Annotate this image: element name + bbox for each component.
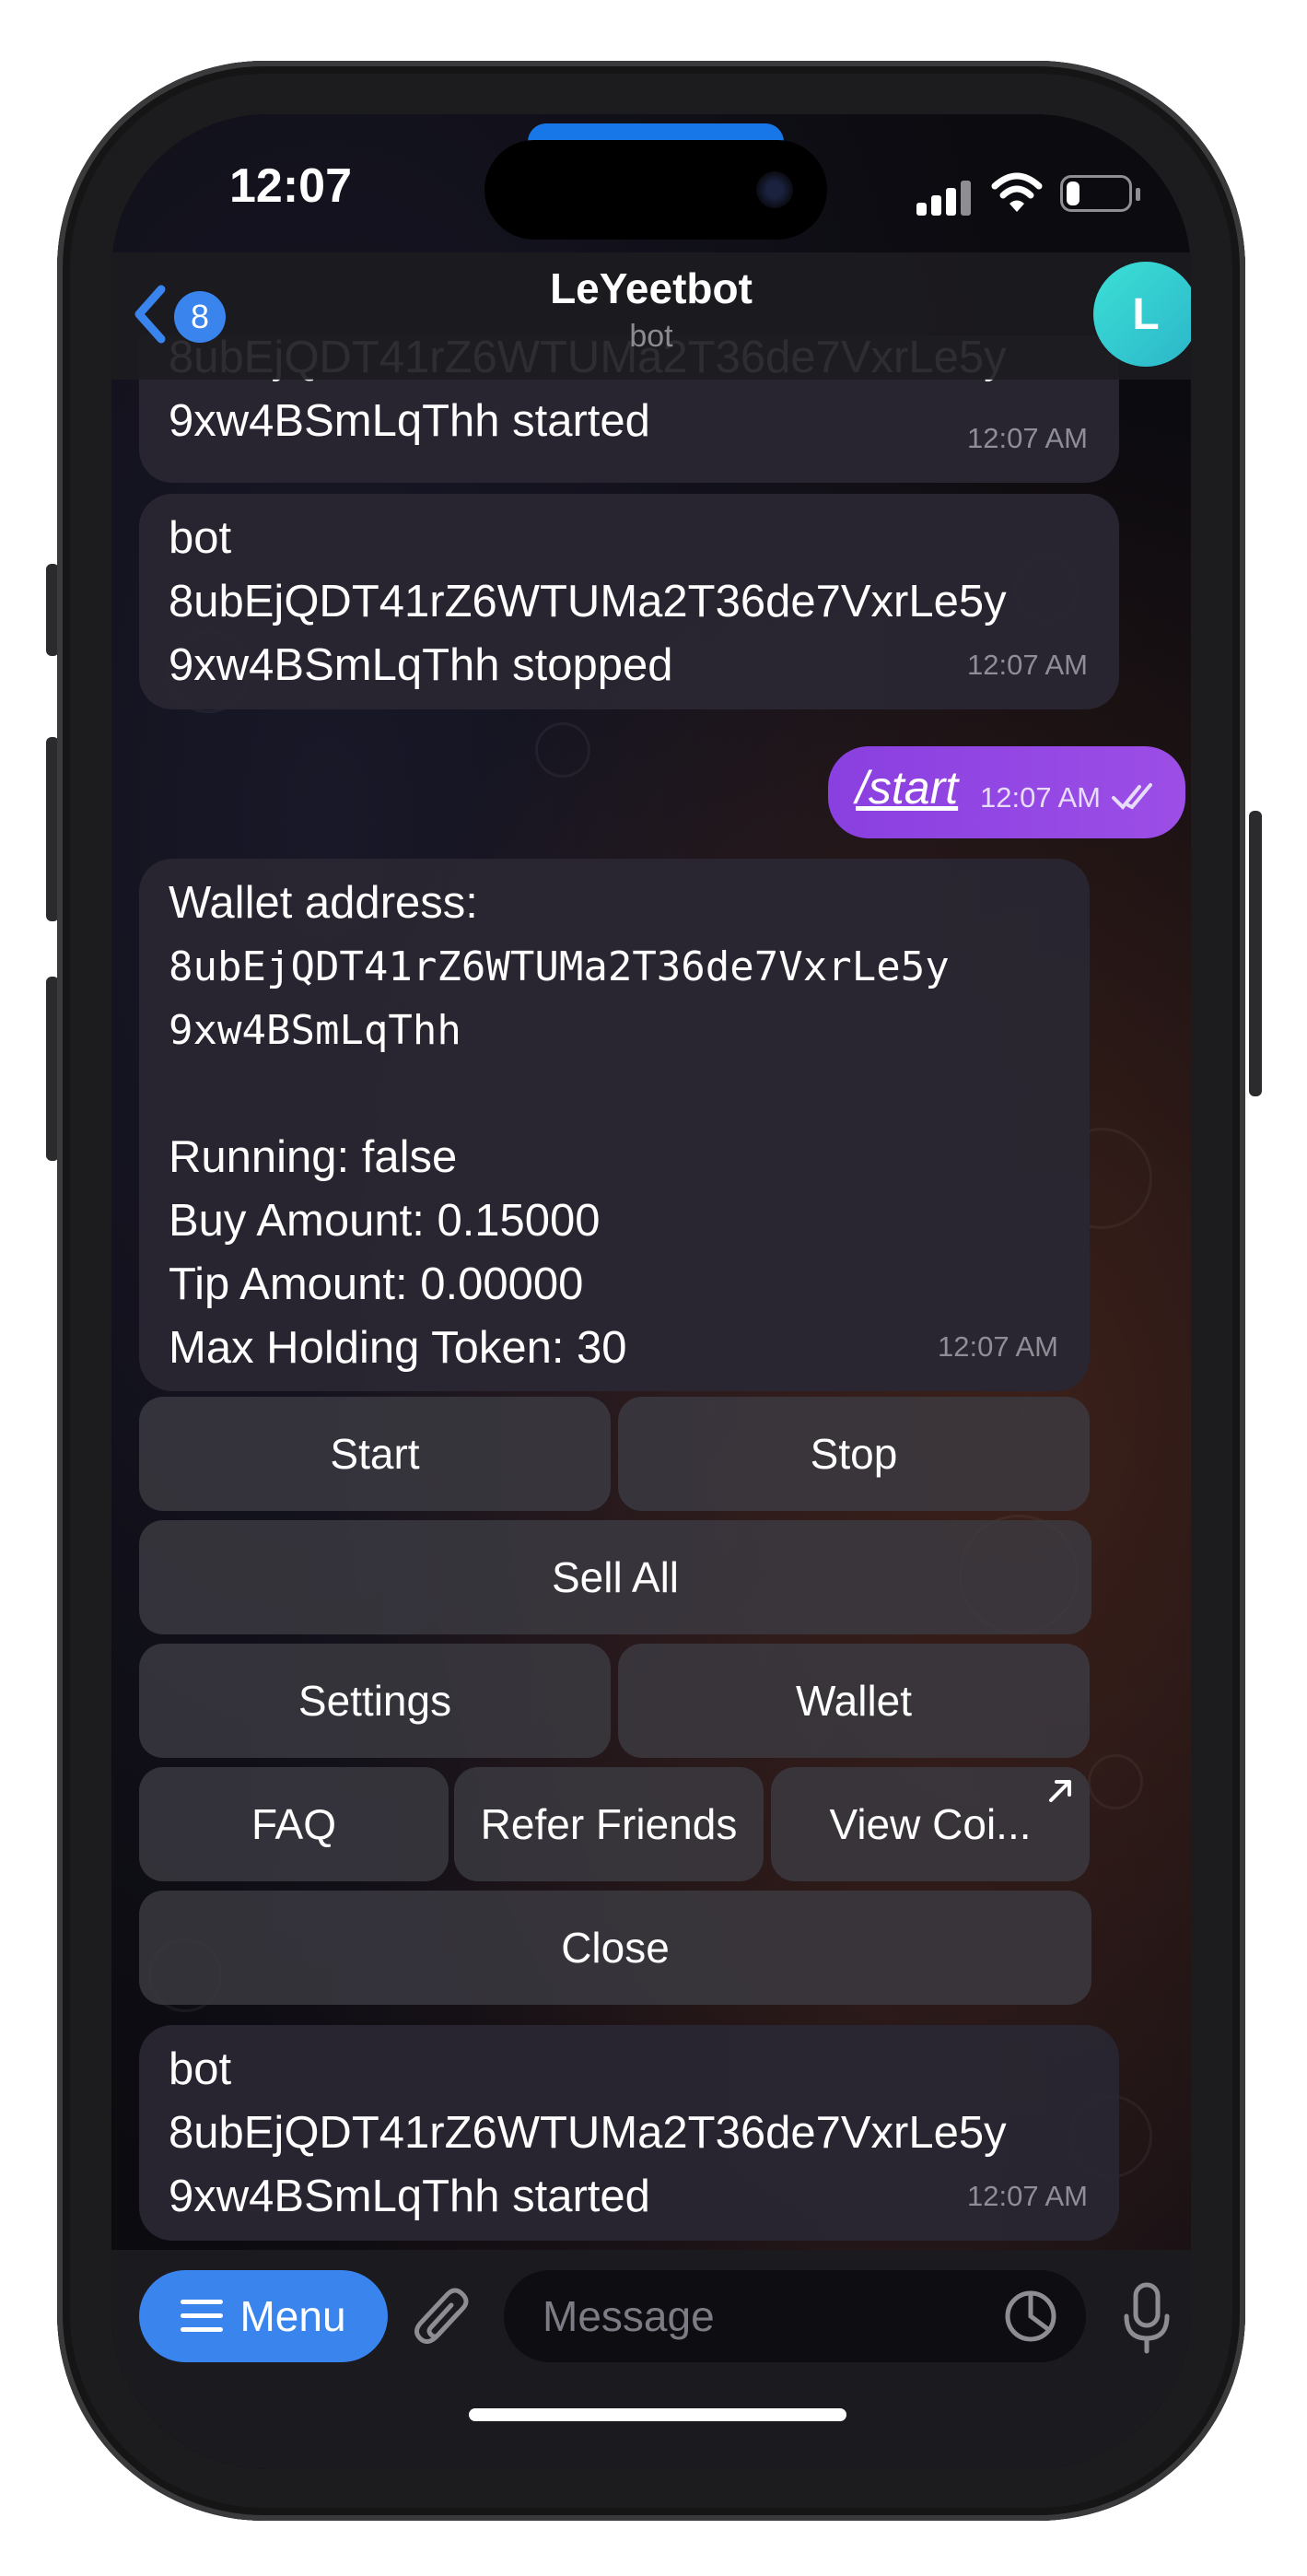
wifi-icon bbox=[991, 172, 1043, 212]
menu-button[interactable]: Menu bbox=[139, 2270, 388, 2362]
message-input[interactable]: Message bbox=[504, 2270, 1086, 2362]
chat-subtitle: bot bbox=[629, 319, 673, 354]
chat-header: 8 LeYeetbot bot L bbox=[111, 252, 1191, 380]
max-holding-token: Max Holding Token: 30 bbox=[169, 1323, 627, 1373]
wallet-address-line[interactable]: 8ubEjQDT41rZ6WTUMa2T36de7VxrLe5y bbox=[169, 935, 1060, 999]
message-line: 8ubEjQDT41rZ6WTUMa2T36de7VxrLe5y bbox=[169, 577, 1007, 626]
buy-amount: Buy Amount: 0.15000 bbox=[169, 1196, 601, 1246]
message-time: 12:07 AM bbox=[967, 649, 1088, 681]
status-time: 12:07 bbox=[229, 159, 352, 213]
message-time: 12:07 AM bbox=[967, 422, 1088, 454]
message-time: 12:07 AM bbox=[967, 2180, 1088, 2212]
battery-cap bbox=[1136, 188, 1140, 201]
battery-icon bbox=[1060, 175, 1132, 212]
sell-all-button[interactable]: Sell All bbox=[139, 1520, 1091, 1634]
running-status: Running: false bbox=[169, 1132, 458, 1182]
power-button bbox=[1249, 811, 1262, 1096]
front-camera bbox=[756, 171, 793, 208]
status-bar: 12:07 bbox=[111, 114, 1191, 252]
stop-button[interactable]: Stop bbox=[618, 1397, 1090, 1511]
wallet-address-line[interactable]: 9xw4BSmLqThh bbox=[169, 999, 1060, 1062]
message-line: bot bbox=[169, 2044, 232, 2094]
view-coins-label: View Coi... bbox=[829, 1800, 1032, 1848]
message-line: 9xw4BSmLqThh started bbox=[169, 2172, 650, 2221]
wallet-label: Wallet address: bbox=[169, 878, 478, 928]
wallet-button[interactable]: Wallet bbox=[618, 1644, 1090, 1758]
settings-button[interactable]: Settings bbox=[139, 1644, 611, 1758]
home-indicator bbox=[469, 2408, 846, 2421]
view-coins-button[interactable]: View Coi... bbox=[771, 1767, 1090, 1881]
faq-button[interactable]: FAQ bbox=[139, 1767, 449, 1881]
message-line: 9xw4BSmLqThh stopped bbox=[169, 640, 673, 690]
message-bubble: bot 8ubEjQDT41rZ6WTUMa2T36de7VxrLe5y 9xw… bbox=[139, 2025, 1119, 2241]
message-bubble: bot 8ubEjQDT41rZ6WTUMa2T36de7VxrLe5y 9xw… bbox=[139, 494, 1119, 709]
paperclip-icon[interactable] bbox=[411, 2285, 475, 2353]
message-line: 8ubEjQDT41rZ6WTUMa2T36de7VxrLe5y bbox=[169, 2108, 1007, 2158]
menu-label: Menu bbox=[239, 2292, 346, 2340]
message-time: 12:07 AM bbox=[980, 781, 1101, 814]
microphone-icon[interactable] bbox=[1119, 2281, 1174, 2355]
chat-title[interactable]: LeYeetbot bbox=[111, 263, 1191, 313]
signal-icon bbox=[916, 179, 974, 216]
phone-screen: 12:07 8ubEjQDT41rZ6WTUMa2T36de7VxrLe5y 9… bbox=[111, 114, 1191, 2469]
outgoing-message-bubble: /start 12:07 AM bbox=[828, 746, 1185, 838]
wallet-info-message: Wallet address: 8ubEjQDT41rZ6WTUMa2T36de… bbox=[139, 859, 1090, 1391]
sticker-icon[interactable] bbox=[1003, 2289, 1058, 2344]
start-button[interactable]: Start bbox=[139, 1397, 611, 1511]
message-line: 9xw4BSmLqThh started bbox=[169, 396, 650, 446]
command-link[interactable]: /start bbox=[856, 761, 958, 814]
double-check-icon bbox=[1112, 783, 1152, 810]
message-time: 12:07 AM bbox=[938, 1330, 1058, 1363]
refer-friends-button[interactable]: Refer Friends bbox=[454, 1767, 764, 1881]
hamburger-icon bbox=[181, 2300, 224, 2333]
message-line: bot bbox=[169, 513, 232, 563]
external-link-icon bbox=[1049, 1780, 1071, 1802]
avatar[interactable]: L bbox=[1093, 262, 1191, 367]
close-button[interactable]: Close bbox=[139, 1891, 1091, 2005]
message-input-bar: Menu Message bbox=[111, 2250, 1191, 2469]
tip-amount: Tip Amount: 0.00000 bbox=[169, 1259, 584, 1309]
